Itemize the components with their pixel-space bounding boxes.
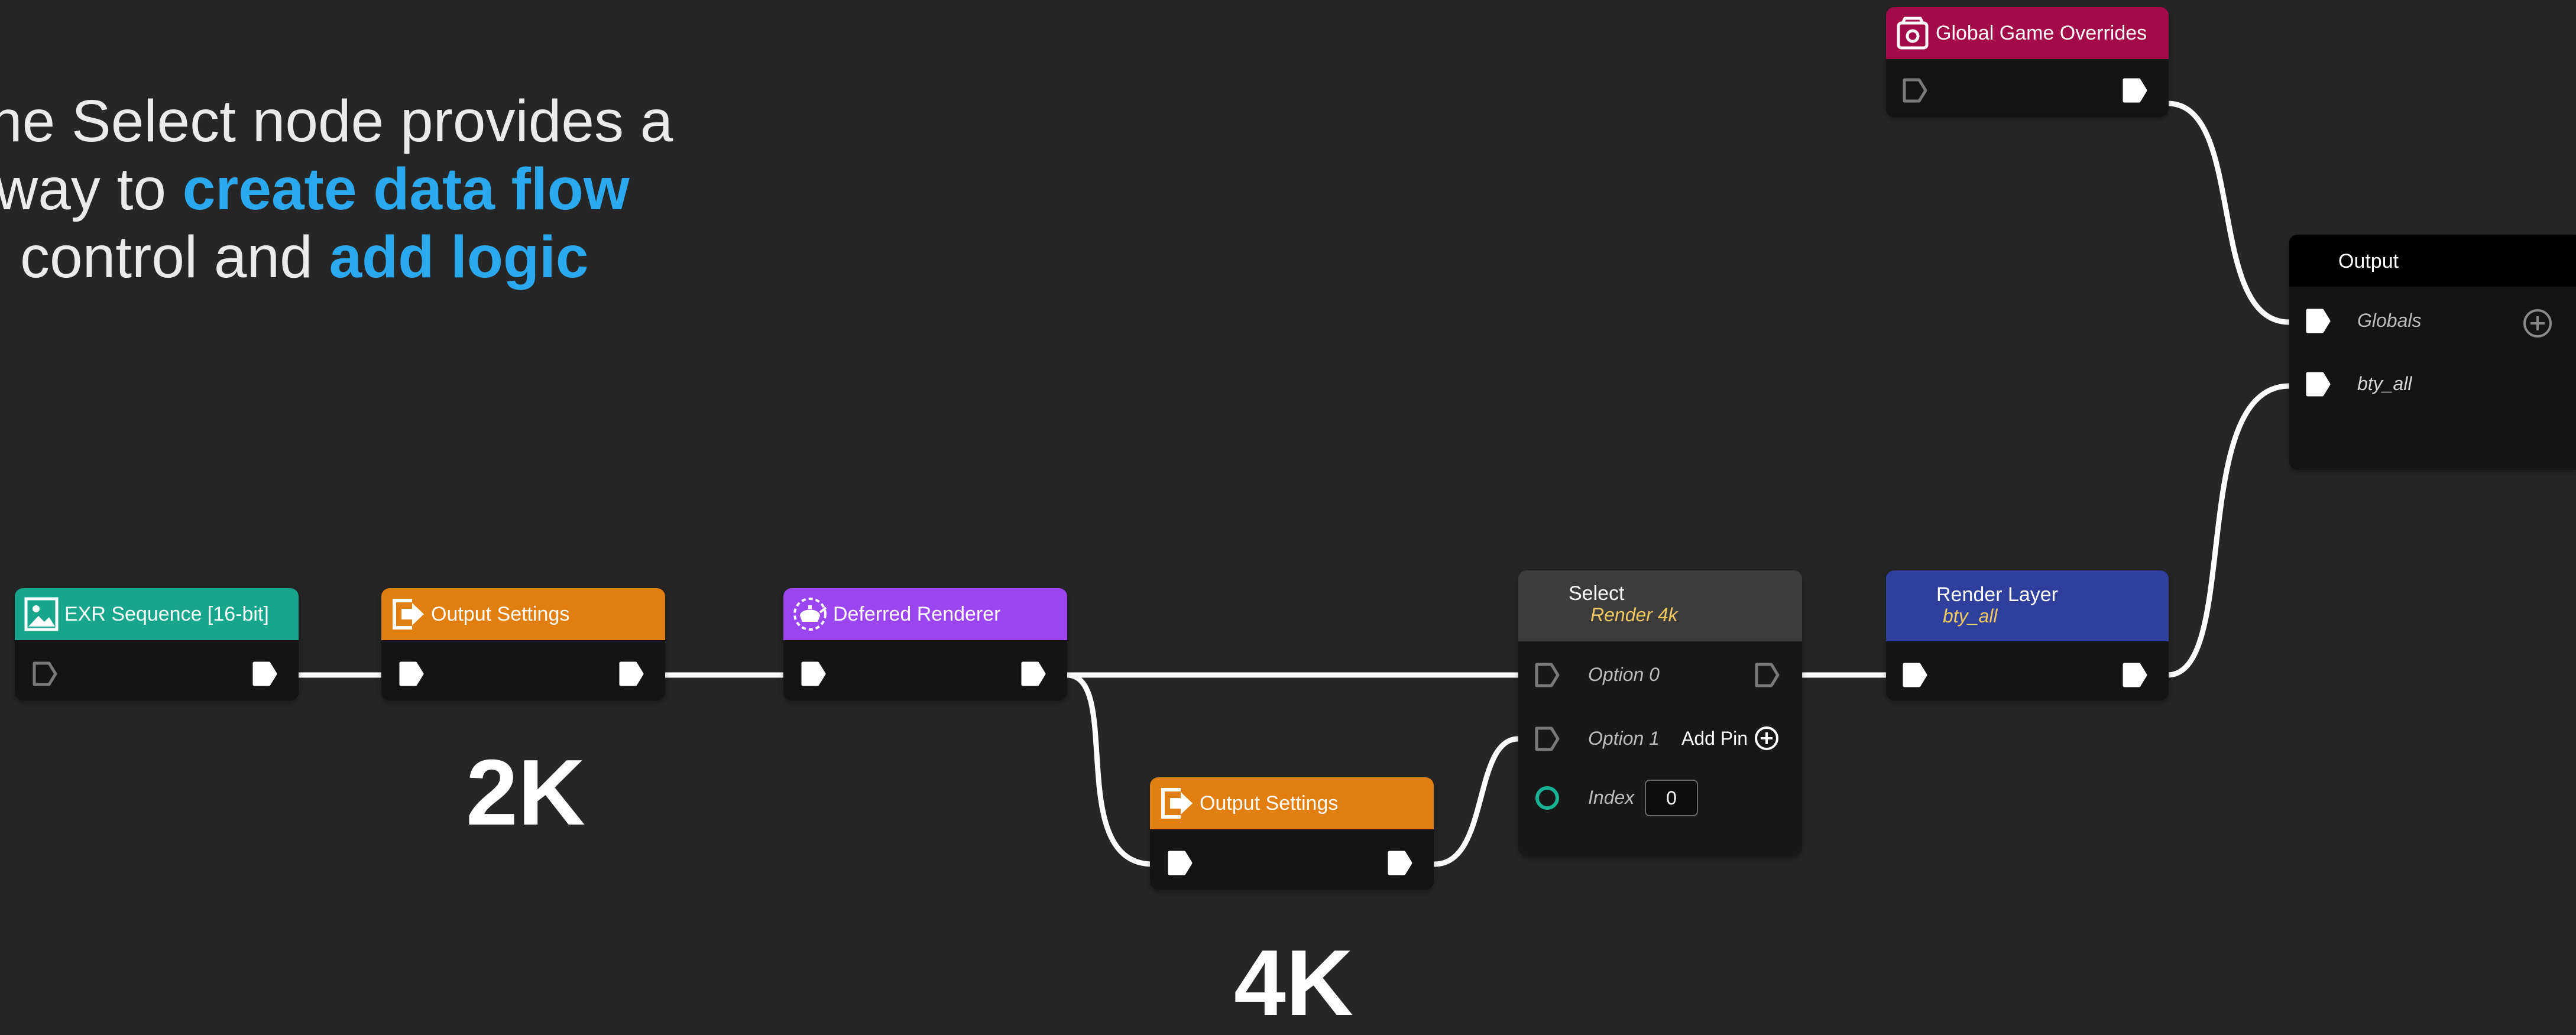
node-select[interactable]: Select Render 4k Option 0 Option 1 Add P… bbox=[1518, 570, 1802, 856]
input-pin-icon[interactable] bbox=[800, 660, 827, 687]
node-subtitle: bty_all bbox=[1943, 605, 1998, 627]
input-pin-icon[interactable] bbox=[398, 660, 425, 687]
input-pin-icon[interactable] bbox=[1901, 77, 1929, 104]
node-title: Output bbox=[2338, 250, 2399, 272]
input-pin-icon[interactable] bbox=[1167, 849, 1194, 877]
add-pin-button[interactable]: Add Pin bbox=[1681, 725, 1780, 751]
pin-label-bty-all: bty_all bbox=[2357, 373, 2412, 394]
intro-line-1: he Select node provides a bbox=[0, 88, 673, 154]
intro-line-2: way to create data flow bbox=[0, 156, 630, 222]
node-subtitle: Render 4k bbox=[1590, 604, 1678, 625]
node-title: Deferred Renderer bbox=[833, 602, 1001, 625]
output-pin-icon[interactable] bbox=[618, 660, 645, 687]
option-0-input-pin-icon[interactable] bbox=[1534, 661, 1561, 689]
output-pin-icon[interactable] bbox=[2121, 661, 2149, 689]
node-output-settings-4k[interactable]: Output Settings bbox=[1150, 777, 1434, 890]
node-header[interactable]: Global Game Overrides bbox=[1886, 7, 2169, 59]
globals-input-pin-icon[interactable] bbox=[2305, 307, 2332, 335]
resolution-label-4k: 4K bbox=[1234, 931, 1353, 1035]
node-title: Global Game Overrides bbox=[1936, 21, 2147, 44]
output-pin-icon[interactable] bbox=[1020, 660, 1047, 687]
node-deferred-renderer[interactable]: Deferred Renderer bbox=[783, 588, 1067, 700]
input-pin-icon[interactable] bbox=[1901, 661, 1929, 689]
bty-all-input-pin-icon[interactable] bbox=[2305, 371, 2332, 398]
node-output[interactable]: Output Globals bty_all bbox=[2289, 235, 2576, 470]
output-pin-icon[interactable] bbox=[251, 660, 278, 687]
output-settings-icon bbox=[1161, 788, 1193, 819]
node-header[interactable]: Output Settings bbox=[1150, 777, 1434, 829]
node-header[interactable]: Deferred Renderer bbox=[783, 588, 1067, 640]
node-title: Output Settings bbox=[1200, 791, 1339, 815]
intro-text: he Select node provides a way to create … bbox=[0, 87, 673, 291]
node-header[interactable]: Select Render 4k bbox=[1518, 570, 1802, 641]
index-value-field[interactable]: 0 bbox=[1645, 780, 1698, 816]
intro-highlight-logic: add logic bbox=[329, 224, 589, 290]
image-icon bbox=[24, 597, 59, 631]
node-global-game-overrides[interactable]: Global Game Overrides bbox=[1886, 7, 2169, 117]
output-pin-icon[interactable] bbox=[2121, 77, 2149, 104]
node-header[interactable]: Render Layer bty_all bbox=[1886, 570, 2169, 641]
pin-label-option-1: Option 1 bbox=[1588, 728, 1660, 749]
intro-highlight-data-flow: create data flow bbox=[182, 156, 630, 222]
add-circle-icon bbox=[1755, 726, 1779, 750]
wire-render-layer-to-output bbox=[2165, 383, 2292, 678]
add-circle-icon[interactable] bbox=[2521, 307, 2554, 340]
node-exr-sequence[interactable]: EXR Sequence [16-bit] bbox=[15, 588, 299, 700]
node-title: Select bbox=[1569, 582, 1625, 605]
node-title: Render Layer bbox=[1936, 583, 2059, 606]
teapot-icon bbox=[793, 598, 827, 631]
wire-deferred-to-output-settings-4k bbox=[1064, 672, 1156, 867]
node-header[interactable]: Output bbox=[2289, 235, 2576, 287]
index-input-pin-icon[interactable] bbox=[1534, 784, 1561, 812]
input-pin-icon[interactable] bbox=[31, 660, 59, 687]
pin-label-index: Index bbox=[1588, 787, 1635, 808]
output-pin-icon[interactable] bbox=[1386, 849, 1414, 877]
pin-label-option-0: Option 0 bbox=[1588, 664, 1660, 685]
node-render-layer[interactable]: Render Layer bty_all bbox=[1886, 570, 2169, 700]
node-title: Output Settings bbox=[431, 602, 570, 625]
node-header[interactable]: Output Settings bbox=[381, 588, 665, 640]
globals-icon bbox=[1897, 17, 1929, 50]
option-1-input-pin-icon[interactable] bbox=[1534, 725, 1561, 752]
node-title: EXR Sequence [16-bit] bbox=[64, 602, 269, 625]
output-settings-icon bbox=[393, 599, 424, 630]
output-pin-icon[interactable] bbox=[1754, 661, 1781, 689]
resolution-label-2k: 2K bbox=[466, 741, 585, 845]
node-header[interactable]: EXR Sequence [16-bit] bbox=[15, 588, 299, 640]
add-pin-label: Add Pin bbox=[1681, 727, 1748, 749]
pin-label-globals: Globals bbox=[2357, 310, 2422, 331]
wire-output-settings-4k-to-select-option1 bbox=[1431, 736, 1521, 867]
node-output-settings-2k[interactable]: Output Settings bbox=[381, 588, 665, 700]
intro-line-3: control and add logic bbox=[20, 224, 589, 290]
wire-globals-to-output bbox=[2165, 100, 2292, 325]
